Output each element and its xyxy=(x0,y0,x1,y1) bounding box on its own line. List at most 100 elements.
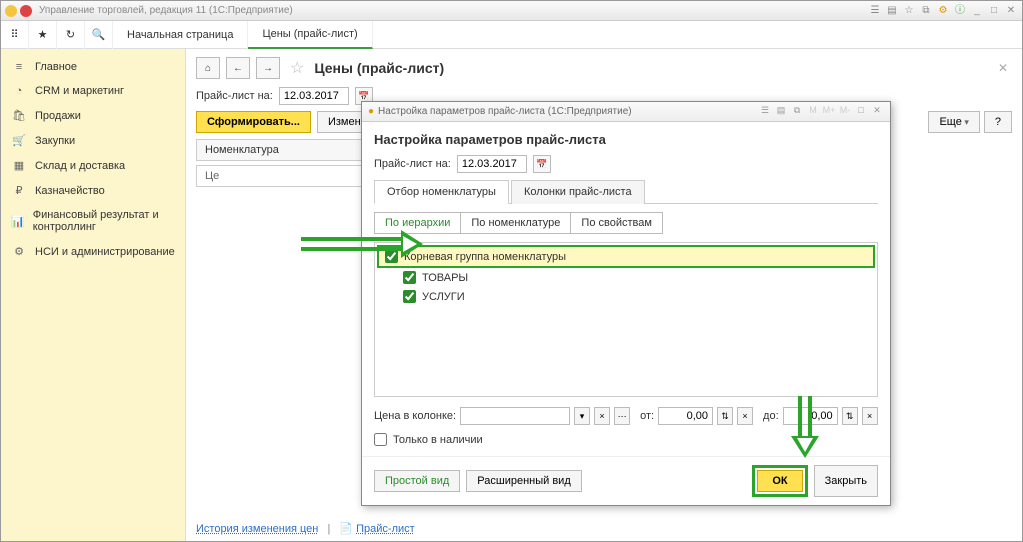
modal-titlebar: ● Настройка параметров прайс-листа (1С:П… xyxy=(362,102,890,122)
tab-start[interactable]: Начальная страница xyxy=(113,21,248,49)
sidebar: ≡Главное ◔CRM и маркетинг 🛍Продажи 🛒Заку… xyxy=(1,49,186,541)
link-separator: | xyxy=(327,523,330,535)
tree-goods-row[interactable]: ТОВАРЫ xyxy=(377,268,875,287)
mode-nomenclature[interactable]: По номенклатуре xyxy=(461,212,571,234)
in-stock-label: Только в наличии xyxy=(393,434,483,446)
sidebar-label: Финансовый результат и контроллинг xyxy=(33,209,175,233)
bars-icon: 📊 xyxy=(11,215,25,228)
tree-label: ТОВАРЫ xyxy=(422,272,468,284)
date-input[interactable] xyxy=(279,87,349,105)
menu-icon: ≡ xyxy=(11,61,27,73)
dropdown-button[interactable]: ▾ xyxy=(574,407,590,425)
sidebar-label: Склад и доставка xyxy=(35,160,125,172)
favorite-icon[interactable]: ☆ xyxy=(290,58,304,78)
tab-columns[interactable]: Колонки прайс-листа xyxy=(511,180,645,204)
sidebar-label: Казначейство xyxy=(35,185,105,197)
modal-tool-icon[interactable]: ⧉ xyxy=(790,105,804,119)
in-stock-checkbox[interactable] xyxy=(374,433,387,446)
tree-label: УСЛУГИ xyxy=(422,291,465,303)
nomenclature-tree: Корневая группа номенклатуры ТОВАРЫ УСЛУ… xyxy=(374,242,878,397)
history-icon[interactable]: ↻ xyxy=(57,21,85,49)
modal-date-input[interactable] xyxy=(457,155,527,173)
tab-prices[interactable]: Цены (прайс-лист) xyxy=(248,21,372,49)
app-icon xyxy=(5,5,17,17)
table-header: Номенклатура xyxy=(196,139,376,161)
sidebar-item-purchase[interactable]: 🛒Закупки xyxy=(1,128,185,153)
modal-window-title: Настройка параметров прайс-листа (1С:Пре… xyxy=(378,106,632,117)
maximize-icon[interactable]: □ xyxy=(987,4,1001,18)
modal-tool-icon[interactable]: ▤ xyxy=(774,105,788,119)
price-column-input[interactable] xyxy=(460,407,570,425)
close-button[interactable]: Закрыть xyxy=(814,465,878,497)
more-button[interactable]: Еще xyxy=(928,111,979,133)
modal-tool-m-minus[interactable]: M- xyxy=(838,105,852,119)
modal-footer: Простой вид Расширенный вид ОК Закрыть xyxy=(362,456,890,505)
top-toolbar: ⠿ ★ ↻ 🔍 Начальная страница Цены (прайс-л… xyxy=(1,21,1022,49)
apps-icon[interactable]: ⠿ xyxy=(1,21,29,49)
modal-close-icon[interactable]: ✕ xyxy=(870,105,884,119)
extended-view-button[interactable]: Расширенный вид xyxy=(466,470,581,492)
home-button[interactable]: ⌂ xyxy=(196,57,220,79)
forward-button[interactable]: → xyxy=(256,57,280,79)
toolbar-icon[interactable]: ▤ xyxy=(885,4,899,18)
modal-tool-icon[interactable]: ☰ xyxy=(758,105,772,119)
ok-button[interactable]: ОК xyxy=(757,470,802,492)
annotation-arrow-horizontal xyxy=(301,230,423,258)
toolbar-icon[interactable]: ⓘ xyxy=(953,4,967,18)
help-button[interactable]: ? xyxy=(984,111,1012,133)
modal-maximize-icon[interactable]: □ xyxy=(854,105,868,119)
modal-app-icon: ● xyxy=(368,106,374,117)
tab-filter[interactable]: Отбор номенклатуры xyxy=(374,180,509,204)
clear-to-button[interactable]: × xyxy=(862,407,878,425)
history-link[interactable]: История изменения цен xyxy=(196,523,318,535)
sidebar-item-crm[interactable]: ◔CRM и маркетинг xyxy=(1,79,185,103)
toolbar-icon[interactable]: ☆ xyxy=(902,4,916,18)
sidebar-item-admin[interactable]: ⚙ НСИ и администрирование xyxy=(1,239,185,264)
tree-checkbox[interactable] xyxy=(403,271,416,284)
sidebar-item-warehouse[interactable]: ▦ Склад и доставка xyxy=(1,153,185,178)
price-column-label: Цена в колонке: xyxy=(374,410,456,422)
toolbar-icon[interactable]: ☰ xyxy=(868,4,882,18)
stepper-button[interactable]: ⇅ xyxy=(842,407,858,425)
clear-button[interactable]: × xyxy=(594,407,610,425)
simple-view-button[interactable]: Простой вид xyxy=(374,470,460,492)
sidebar-item-main[interactable]: ≡Главное xyxy=(1,55,185,79)
chart-icon: ◔ xyxy=(11,85,27,97)
tree-services-row[interactable]: УСЛУГИ xyxy=(377,287,875,306)
form-button[interactable]: Сформировать... xyxy=(196,111,311,133)
stepper-button[interactable]: ⇅ xyxy=(717,407,733,425)
from-input[interactable] xyxy=(658,407,713,425)
gear-icon: ⚙ xyxy=(11,245,27,258)
clear-from-button[interactable]: × xyxy=(737,407,753,425)
footer-links: История изменения цен | 📄 Прайс-лист xyxy=(196,522,415,535)
toolbar-icon[interactable]: ⧉ xyxy=(919,4,933,18)
tree-checkbox[interactable] xyxy=(403,290,416,303)
sidebar-item-treasury[interactable]: ₽Казначейство xyxy=(1,178,185,203)
app-title: Управление торговлей, редакция 11 (1С:Пр… xyxy=(39,5,293,16)
grid-icon: ▦ xyxy=(11,159,27,172)
page-title: Цены (прайс-лист) xyxy=(314,60,444,76)
tree-root-row[interactable]: Корневая группа номенклатуры xyxy=(377,245,875,268)
modal-title: Настройка параметров прайс-листа xyxy=(374,132,878,147)
modal-date-label: Прайс-лист на: xyxy=(374,158,451,170)
mode-properties[interactable]: По свойствам xyxy=(571,212,663,234)
close-page-icon[interactable]: ✕ xyxy=(998,61,1008,75)
sidebar-item-sales[interactable]: 🛍Продажи xyxy=(1,103,185,128)
modal-tool-m-plus[interactable]: M+ xyxy=(822,105,836,119)
star-icon[interactable]: ★ xyxy=(29,21,57,49)
sidebar-item-finance[interactable]: 📊 Финансовый результат и контроллинг xyxy=(1,203,185,239)
toolbar-icon[interactable]: ⚙ xyxy=(936,4,950,18)
annotation-arrow-vertical xyxy=(791,396,819,458)
modal-calendar-button[interactable]: 📅 xyxy=(533,155,551,173)
price-list-link[interactable]: Прайс-лист xyxy=(356,523,415,535)
table-cell: Це xyxy=(196,165,376,187)
sidebar-label: НСИ и администрирование xyxy=(35,246,175,258)
select-button[interactable]: ⋯ xyxy=(614,407,630,425)
app-icon-2 xyxy=(20,5,32,17)
back-button[interactable]: ← xyxy=(226,57,250,79)
search-icon[interactable]: 🔍 xyxy=(85,21,113,49)
doc-icon: 📄 xyxy=(339,523,353,535)
modal-tool-m[interactable]: M xyxy=(806,105,820,119)
minimize-icon[interactable]: _ xyxy=(970,4,984,18)
close-icon[interactable]: ✕ xyxy=(1004,4,1018,18)
